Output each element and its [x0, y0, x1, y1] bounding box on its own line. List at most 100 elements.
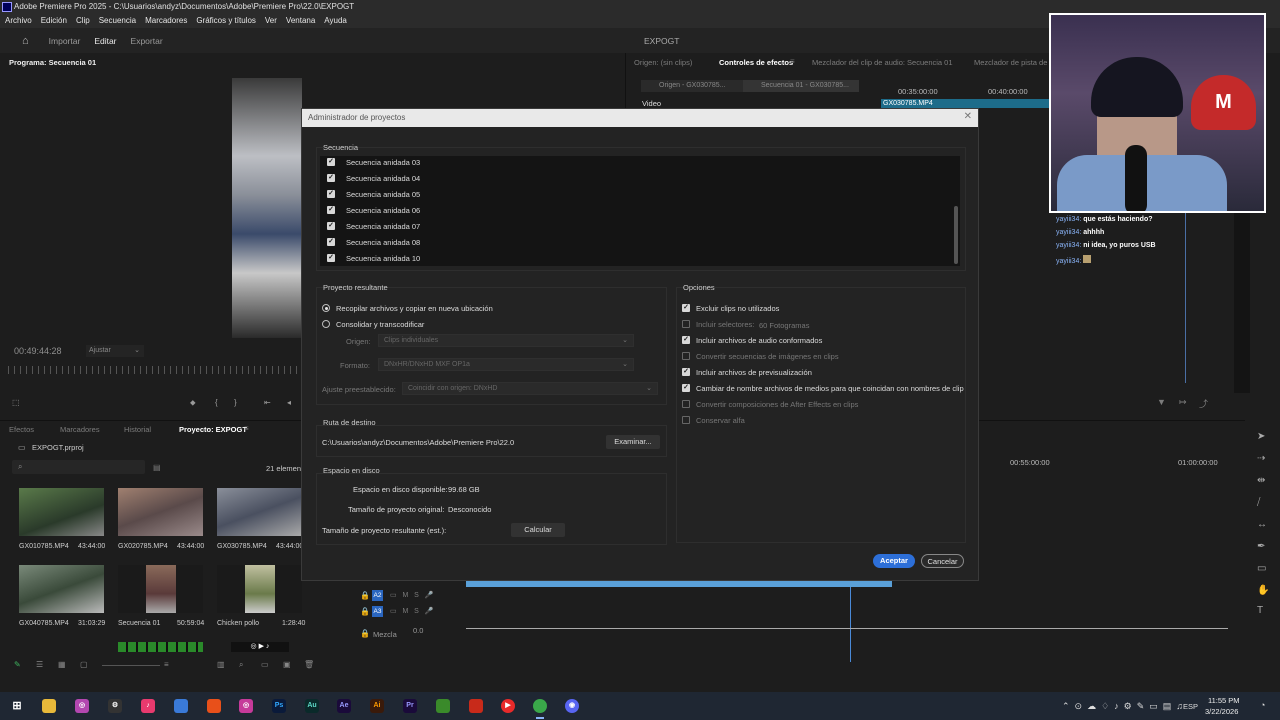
option-checkbox[interactable]: ✓ [682, 304, 690, 312]
lock-icon[interactable]: 🔒 [360, 607, 370, 616]
tab-importar[interactable]: Importar [49, 36, 81, 46]
file-explorer-icon[interactable] [42, 699, 56, 713]
clip-thumbnail[interactable] [217, 565, 302, 613]
instagram-icon[interactable]: ◎ [75, 699, 89, 713]
tab-editar[interactable]: Editar [94, 36, 116, 46]
sequence-thumbnail[interactable] [118, 565, 203, 613]
audio-clip-bar[interactable] [466, 581, 892, 587]
mark-out-icon[interactable]: } [234, 398, 237, 407]
sequence-checkbox[interactable]: ✓ [327, 222, 335, 230]
freeform-view-icon[interactable]: ▢ [80, 660, 88, 669]
track-a2[interactable]: A2 [372, 590, 383, 601]
option-checkbox[interactable]: ✓ [682, 336, 690, 344]
clip-thumbnail-partial[interactable]: ◎ ▶ ♪ [231, 642, 289, 652]
menu-archivo[interactable]: Archivo [5, 14, 32, 28]
menu-ayuda[interactable]: Ayuda [324, 14, 347, 28]
mix-value[interactable]: 0.0 [413, 626, 423, 635]
sequence-checkbox[interactable]: ✓ [327, 238, 335, 246]
slip-icon[interactable]: ↔ [1257, 519, 1267, 530]
option-label[interactable]: Incluir selectores: [696, 320, 754, 329]
sequence-item[interactable]: ✓ Secuencia anidada 03 [327, 158, 947, 170]
pen-icon[interactable]: ✒ [1257, 541, 1265, 552]
clip-thumbnail[interactable] [217, 488, 302, 536]
find-icon[interactable]: ⌕ [239, 660, 243, 670]
tab-historial[interactable]: Historial [124, 425, 151, 434]
sequence-checkbox[interactable]: ✓ [327, 190, 335, 198]
sort-icon[interactable]: ≡ [164, 660, 169, 669]
menu-clip[interactable]: Clip [76, 14, 90, 28]
tab-proyecto[interactable]: Proyecto: EXPOGT [179, 425, 247, 434]
safe-margins-icon[interactable]: ⬚ [12, 398, 20, 407]
photoshop-icon[interactable]: Ps [272, 699, 286, 713]
option-label[interactable]: Cambiar de nombre archivos de medios par… [696, 384, 964, 393]
menu-graficos[interactable]: Gráficos y títulos [196, 14, 256, 28]
minecraft-icon[interactable] [436, 699, 450, 713]
filter-icon[interactable]: ▼ [1157, 397, 1166, 407]
consolidate-radio[interactable] [322, 320, 330, 328]
zoom-slider[interactable] [102, 665, 160, 666]
selection-tool-icon[interactable]: ➤ [1257, 431, 1265, 442]
new-bin-icon[interactable]: ▭ [261, 660, 269, 669]
option-checkbox[interactable] [682, 320, 690, 328]
menu-secuencia[interactable]: Secuencia [99, 14, 136, 28]
copilot-icon[interactable] [174, 699, 188, 713]
sequence-item[interactable]: ✓ Secuencia anidada 08 [327, 238, 947, 250]
collect-radio-label[interactable]: Recopilar archivos y copiar en nueva ubi… [336, 304, 493, 313]
clock-time[interactable]: 11:55 PM [1208, 696, 1240, 705]
sequence-checkbox[interactable]: ✓ [327, 254, 335, 262]
discord-icon[interactable]: ◉ [565, 699, 579, 713]
ripple-edit-icon[interactable]: ⇹ [1257, 475, 1265, 486]
premiere-icon[interactable]: Pr [403, 699, 417, 713]
tab-efectos[interactable]: Efectos [9, 425, 34, 434]
track-select-icon[interactable]: ⇢ [1257, 453, 1265, 464]
program-timecode[interactable]: 00:49:44:28 [14, 346, 62, 356]
audition-icon[interactable]: Au [305, 699, 319, 713]
effects-clip-bar[interactable]: GX030785.MP4 [881, 99, 1057, 108]
step-back-icon[interactable]: ◂ [287, 398, 291, 407]
settings-icon[interactable]: ⤴ [1199, 397, 1208, 410]
tiktok-icon[interactable]: ♪ [141, 699, 155, 713]
option-checkbox[interactable] [682, 400, 690, 408]
format-select[interactable]: DNxHR/DNxHD MXF OP1a ⌄ [378, 358, 634, 371]
export-icon[interactable]: ↦ [1179, 397, 1187, 408]
sequence-item[interactable]: ✓ Secuencia anidada 04 [327, 174, 947, 186]
steam-icon[interactable]: ⚙ [108, 699, 122, 713]
sequence-scrollbar[interactable] [954, 206, 958, 264]
menu-marcadores[interactable]: Marcadores [145, 14, 187, 28]
collect-radio[interactable] [322, 304, 330, 312]
home-icon[interactable]: ⌂ [22, 35, 29, 47]
menu-ventana[interactable]: Ventana [286, 14, 315, 28]
option-label[interactable]: Excluir clips no utilizados [696, 304, 779, 313]
automate-icon[interactable]: ▥ [217, 660, 225, 669]
consolidate-radio-label[interactable]: Consolidar y transcodificar [336, 320, 424, 329]
clip-thumbnail-partial[interactable] [118, 642, 203, 652]
lock-icon[interactable]: 🔒 [360, 629, 370, 638]
menu-edicion[interactable]: Edición [41, 14, 67, 28]
new-item-icon[interactable]: ▣ [283, 660, 291, 669]
accept-button[interactable]: Aceptar [873, 554, 915, 568]
option-checkbox[interactable] [682, 416, 690, 424]
marker-icon[interactable]: ⬥ [190, 398, 196, 408]
browse-button[interactable]: Examinar... [606, 435, 660, 449]
option-checkbox[interactable]: ✓ [682, 368, 690, 376]
razor-icon[interactable]: ⧸ [1257, 497, 1260, 508]
option-checkbox[interactable]: ✓ [682, 384, 690, 392]
clip-thumbnail[interactable] [118, 488, 203, 536]
rectangle-icon[interactable]: ▭ [1257, 563, 1266, 574]
instagram-icon[interactable]: ◎ [239, 699, 253, 713]
sequence-item[interactable]: ✓ Secuencia anidada 07 [327, 222, 947, 234]
chrome-icon[interactable] [533, 699, 547, 713]
fit-select[interactable]: Ajustar ⌄ [86, 345, 144, 357]
clip-thumbnail[interactable] [19, 488, 104, 536]
option-label[interactable]: Convertir secuencias de imágenes en clip… [696, 352, 839, 361]
track-a3[interactable]: A3 [372, 606, 383, 617]
mark-in-icon[interactable]: { [215, 398, 218, 407]
language-indicator[interactable]: ESP [1183, 702, 1198, 711]
tab-exportar[interactable]: Exportar [131, 36, 163, 46]
notification-icon[interactable]: ◔ [1260, 700, 1265, 710]
icon-view-icon[interactable]: ▦ [58, 660, 66, 669]
timeline-playhead[interactable] [850, 587, 851, 662]
go-to-in-icon[interactable]: ⇤ [264, 398, 271, 407]
option-label[interactable]: Incluir archivos de audio conformados [696, 336, 822, 345]
clock-date[interactable]: 3/22/2026 [1205, 707, 1238, 716]
